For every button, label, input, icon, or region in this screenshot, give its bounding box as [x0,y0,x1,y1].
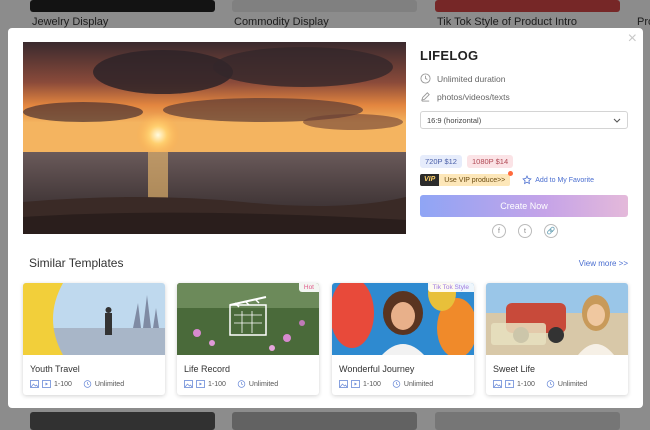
card-thumbnail [23,283,165,355]
clock-icon [237,380,246,388]
sunset-image [23,42,406,234]
notification-dot [508,171,514,176]
card-stats: 1-100 Unlimited [30,380,165,388]
card-duration: Unlimited [403,380,434,388]
clock-icon [392,380,401,388]
hot-badge: Hot [298,283,319,292]
card-name: Youth Travel [30,364,80,374]
duration-text: Unlimited duration [437,73,506,84]
template-card[interactable]: Youth Travel 1-100 Unlimited [23,283,165,395]
image-icon [493,380,502,388]
vip-button[interactable]: VIP Use VIP produce>> [420,171,514,186]
duration-row: Unlimited duration [420,73,630,84]
ratio-value: 16:9 (horizontal) [427,115,482,125]
image-icon [30,380,39,388]
card-range: 1-100 [208,380,226,388]
image-icon [339,380,348,388]
card-duration: Unlimited [248,380,279,388]
template-title: LIFELOG [420,48,479,63]
wonderful-journey-image [332,283,474,355]
sweet-life-image [486,283,628,355]
media-text: photos/videos/texts [437,91,510,102]
card-thumbnail: Tik Tok Style [332,283,474,355]
clock-icon [420,73,431,84]
template-card[interactable]: Tik Tok Style Wonderful Journey 1-100 Un… [332,283,474,395]
card-duration: Unlimited [94,380,125,388]
card-thumbnail [486,283,628,355]
media-row: photos/videos/texts [420,91,630,102]
card-range: 1-100 [54,380,72,388]
card-thumbnail: Hot [177,283,319,355]
star-icon [522,175,533,185]
card-stats: 1-100 Unlimited [339,380,474,388]
view-more-link[interactable]: View more >> [579,259,628,268]
vip-text: Use VIP produce>> [444,176,506,184]
template-info: LIFELOG Unlimited duration photos/videos… [420,42,630,238]
template-card[interactable]: Hot Life Record 1-100 Unlimited [177,283,319,395]
clock-icon [546,380,555,388]
tiktok-style-badge: Tik Tok Style [427,283,474,292]
card-duration: Unlimited [557,380,588,388]
favorite-label: Add to My Favorite [535,176,595,184]
template-card[interactable]: Sweet Life 1-100 Unlimited [486,283,628,395]
card-name: Life Record [184,364,231,374]
create-now-button[interactable]: Create Now [420,195,628,217]
video-icon [42,380,51,388]
facebook-icon[interactable]: f [492,224,506,238]
add-favorite-link[interactable]: Add to My Favorite [522,175,594,185]
image-icon [184,380,193,388]
price-options: 720P $12 1080P $14 [420,155,630,168]
pencil-icon [421,92,430,102]
price-720p[interactable]: 720P $12 [420,155,462,168]
card-range: 1-100 [517,380,535,388]
share-row: f t 🔗 [420,224,630,238]
card-name: Sweet Life [493,364,536,374]
similar-templates-title: Similar Templates [29,256,124,270]
video-icon [505,380,514,388]
template-modal: × LIFELOG Unlimited duration photos/vide… [8,28,643,408]
chevron-down-icon [613,118,621,123]
vip-tag: VIP [420,174,440,186]
life-record-image [177,283,319,355]
clock-icon [83,380,92,388]
link-icon[interactable]: 🔗 [544,224,558,238]
video-icon [196,380,205,388]
card-range: 1-100 [363,380,381,388]
template-preview[interactable] [23,42,406,234]
twitter-icon[interactable]: t [518,224,532,238]
vip-row: VIP Use VIP produce>> Add to My Favorite [420,171,630,186]
card-name: Wonderful Journey [339,364,415,374]
ratio-select[interactable]: 16:9 (horizontal) [420,111,628,129]
video-icon [351,380,360,388]
price-1080p[interactable]: 1080P $14 [466,155,514,168]
youth-travel-image [23,283,165,355]
card-stats: 1-100 Unlimited [184,380,319,388]
card-stats: 1-100 Unlimited [493,380,628,388]
